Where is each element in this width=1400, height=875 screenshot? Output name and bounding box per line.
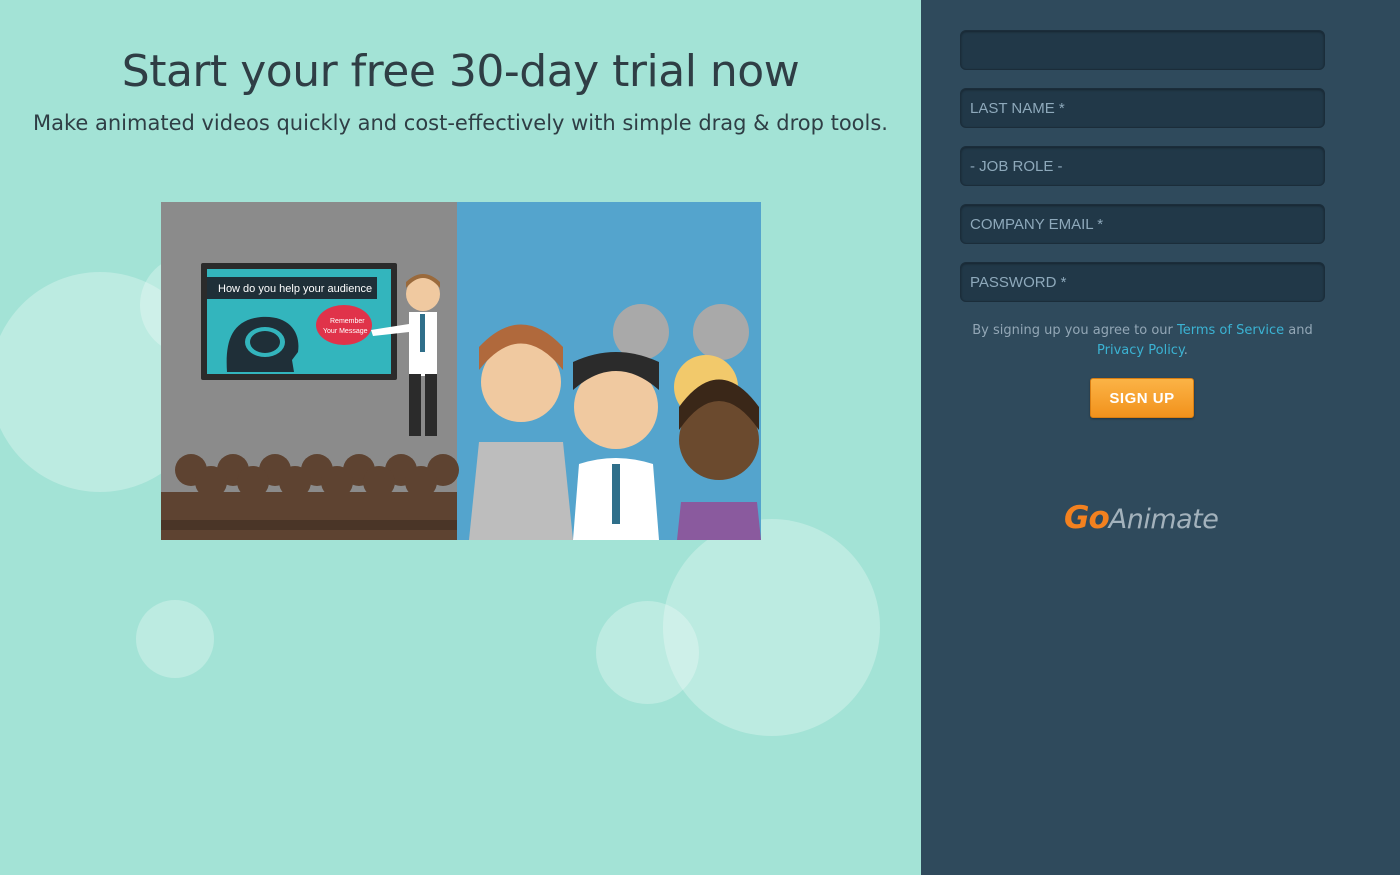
terms-of-service-link[interactable]: Terms of Service (1177, 323, 1284, 338)
video-thumbnail[interactable]: How do you help your audience Remember Y… (161, 202, 761, 540)
video-illustration: How do you help your audience Remember Y… (161, 202, 761, 540)
hero-panel: Start your free 30-day trial now Make an… (0, 0, 921, 875)
job-role-select[interactable] (960, 146, 1325, 186)
privacy-policy-link[interactable]: Privacy Policy (1097, 343, 1184, 358)
decorative-bubble (136, 600, 214, 678)
terms-suffix: . (1183, 343, 1188, 358)
signup-button[interactable]: SIGN UP (1090, 378, 1194, 418)
password-field[interactable] (960, 262, 1325, 302)
page-subtitle: Make animated videos quickly and cost-ef… (33, 111, 888, 135)
screen-title: How do you help your audience (218, 283, 372, 295)
bubble-line2: Your Message (323, 328, 368, 335)
goanimate-logo: GoAnimate (1064, 500, 1224, 540)
last-name-field[interactable] (960, 88, 1325, 128)
terms-and: and (1284, 323, 1313, 338)
page-title: Start your free 30-day trial now (121, 46, 800, 97)
logo-animate: Animate (1108, 504, 1219, 535)
terms-prefix: By signing up you agree to our (972, 323, 1178, 338)
company-email-field[interactable] (960, 204, 1325, 244)
decorative-bubble (663, 519, 880, 736)
signup-panel: By signing up you agree to our Terms of … (921, 0, 1400, 875)
logo-go: Go (1064, 500, 1110, 536)
bubble-line1: Remember (330, 318, 365, 325)
terms-notice: By signing up you agree to our Terms of … (960, 321, 1325, 361)
first-name-field[interactable] (960, 30, 1325, 70)
